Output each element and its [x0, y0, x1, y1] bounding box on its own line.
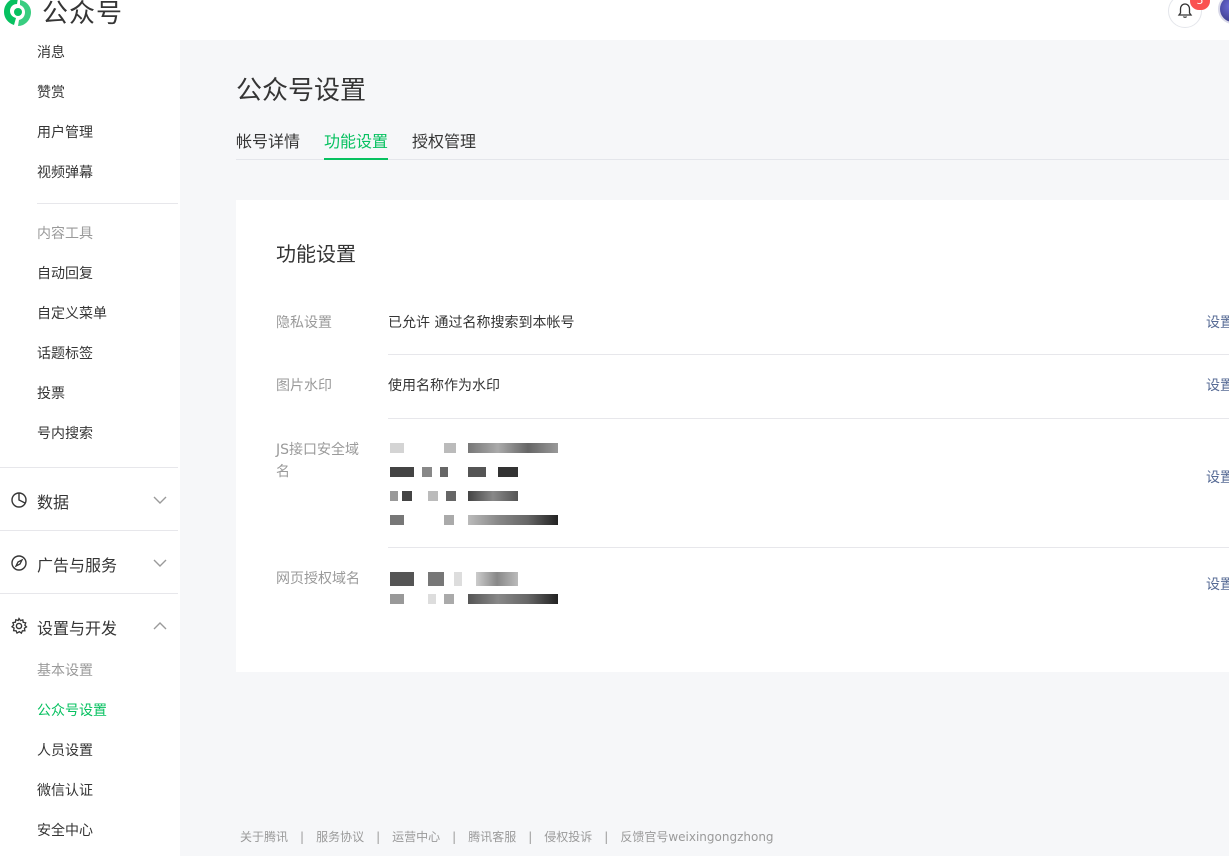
- redacted-domain: [388, 443, 558, 453]
- sidebar-item-staff-settings[interactable]: 人员设置: [37, 741, 93, 761]
- sidebar-item-users[interactable]: 用户管理: [37, 123, 93, 143]
- watermark-value: 使用名称作为水印: [388, 378, 500, 394]
- sidebar-group-data[interactable]: 数据: [0, 488, 180, 512]
- watermark-label: 图片水印: [276, 378, 332, 394]
- chevron-down-icon: [153, 559, 167, 567]
- footer-link-about[interactable]: 关于腾讯: [240, 828, 288, 845]
- sidebar-divider: [0, 530, 178, 531]
- redacted-domain: [388, 572, 558, 586]
- sidebar-item-basic-settings[interactable]: 基本设置: [37, 661, 93, 681]
- js-domain-label: JS接口安全域 名: [276, 439, 359, 483]
- web-auth-label: 网页授权域名: [276, 571, 360, 587]
- redacted-domain: [388, 515, 558, 525]
- footer-separator: |: [300, 829, 305, 844]
- footer-link-complaint[interactable]: 侵权投诉: [544, 828, 592, 845]
- sidebar-divider: [37, 203, 178, 204]
- redacted-domain: [388, 491, 558, 501]
- top-bar: 公众号 5: [0, 0, 1229, 40]
- app-name: 公众号: [42, 0, 124, 29]
- card-title: 功能设置: [276, 242, 356, 266]
- sidebar-section-content-tools: 内容工具: [37, 226, 93, 242]
- footer: 关于腾讯 | 服务协议 | 运营中心 | 腾讯客服 | 侵权投诉 | 反馈官号w…: [240, 828, 774, 845]
- js-domain-settings-link[interactable]: 设置: [1206, 467, 1229, 489]
- avatar[interactable]: [1218, 0, 1229, 24]
- tab-account-details[interactable]: 帐号详情: [236, 128, 300, 160]
- redacted-domain: [388, 467, 558, 477]
- tab-authorization[interactable]: 授权管理: [412, 128, 476, 160]
- gear-icon: [10, 617, 28, 635]
- page-title: 公众号设置: [236, 76, 367, 106]
- footer-link-support[interactable]: 腾讯客服: [468, 828, 516, 845]
- privacy-value: 已允许 通过名称搜索到本帐号: [388, 315, 575, 331]
- watermark-settings-link[interactable]: 设置: [1206, 375, 1229, 397]
- sidebar-item-in-account-search[interactable]: 号内搜索: [37, 424, 93, 444]
- footer-separator: |: [528, 829, 533, 844]
- sidebar-item-topic-tags[interactable]: 话题标签: [37, 344, 93, 364]
- logo[interactable]: 公众号: [0, 0, 123, 30]
- sidebar-group-ads[interactable]: 广告与服务: [0, 551, 180, 575]
- sidebar: 消息 赞赏 用户管理 视频弹幕 内容工具 自动回复 自定义菜单 话题标签 投票 …: [0, 40, 180, 856]
- footer-separator: |: [452, 829, 457, 844]
- footer-separator: |: [376, 829, 381, 844]
- sidebar-divider: [0, 593, 178, 594]
- feature-settings-card: 功能设置 隐私设置 已允许 通过名称搜索到本帐号 设置 图片水印 使用名称作为水…: [236, 200, 1229, 672]
- row-divider: [388, 547, 1229, 548]
- sidebar-item-auto-reply[interactable]: 自动回复: [37, 264, 93, 284]
- tab-feature-settings[interactable]: 功能设置: [324, 128, 389, 160]
- footer-link-terms[interactable]: 服务协议: [316, 828, 364, 845]
- sidebar-group-label: 设置与开发: [37, 619, 118, 638]
- sidebar-item-video-danmaku[interactable]: 视频弹幕: [37, 163, 93, 183]
- redacted-domain: [388, 594, 558, 604]
- chevron-up-icon: [153, 622, 167, 630]
- pie-chart-icon: [11, 492, 27, 508]
- row-divider: [388, 354, 1229, 355]
- sidebar-item-security-center[interactable]: 安全中心: [37, 821, 93, 841]
- tab-bar: 帐号详情 功能设置 授权管理: [236, 124, 1229, 160]
- row-divider: [388, 418, 1229, 419]
- js-domain-label-line2: 名: [276, 464, 290, 480]
- sidebar-item-messages[interactable]: 消息: [37, 43, 65, 63]
- compass-icon: [11, 555, 27, 571]
- sidebar-item-account-settings[interactable]: 公众号设置: [37, 701, 107, 721]
- sidebar-item-appreciation[interactable]: 赞赏: [37, 83, 65, 103]
- sidebar-item-custom-menu[interactable]: 自定义菜单: [37, 304, 107, 324]
- privacy-label: 隐私设置: [276, 315, 332, 331]
- sidebar-group-settings[interactable]: 设置与开发: [0, 614, 180, 638]
- footer-link-operations[interactable]: 运营中心: [392, 828, 440, 845]
- wechat-logo-icon: [4, 0, 31, 26]
- sidebar-group-label: 广告与服务: [37, 556, 118, 575]
- js-domain-label-line1: JS接口安全域: [276, 442, 360, 458]
- web-auth-settings-link[interactable]: 设置: [1206, 574, 1229, 596]
- footer-separator: |: [604, 829, 609, 844]
- privacy-settings-link[interactable]: 设置: [1206, 312, 1229, 334]
- chevron-down-icon: [153, 496, 167, 504]
- sidebar-divider: [0, 467, 178, 468]
- sidebar-item-wechat-verify[interactable]: 微信认证: [37, 781, 93, 801]
- footer-link-feedback[interactable]: 反馈官号weixingongzhong: [620, 828, 773, 845]
- sidebar-group-label: 数据: [37, 493, 70, 512]
- sidebar-item-vote[interactable]: 投票: [37, 384, 65, 404]
